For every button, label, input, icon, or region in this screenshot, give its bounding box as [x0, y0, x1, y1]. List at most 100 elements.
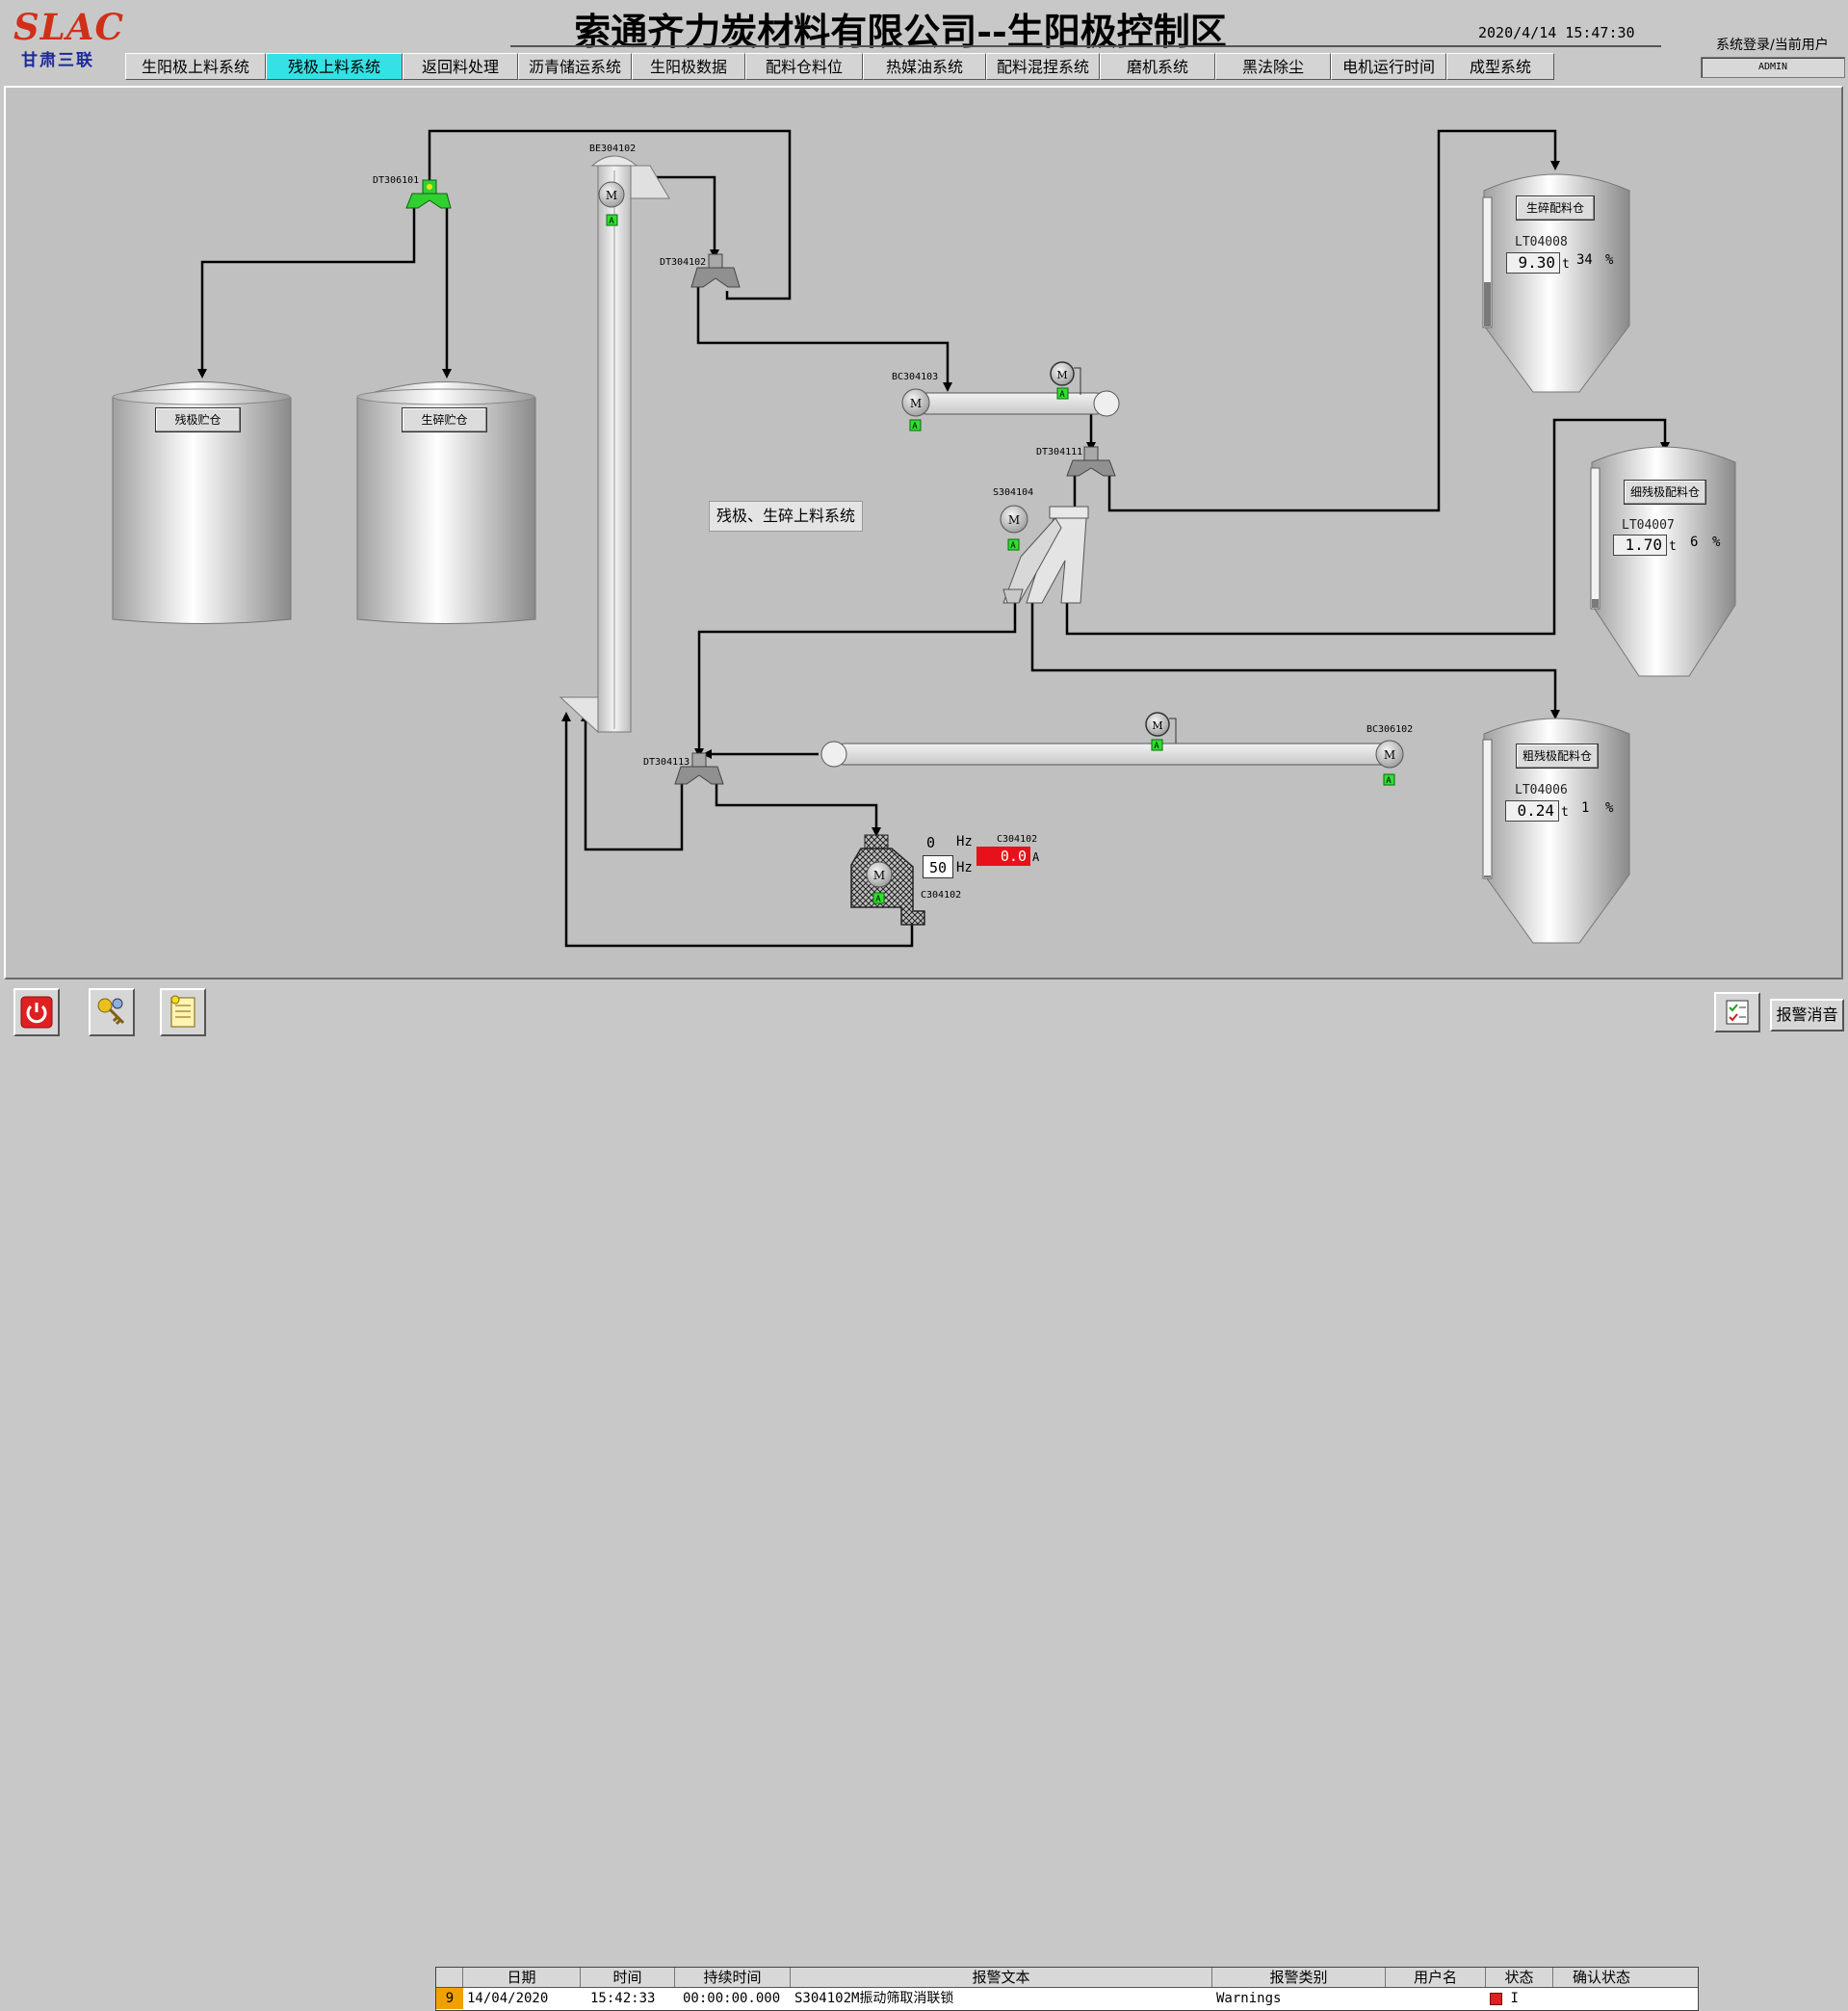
process-diagram: M A M A M A M A M A M A M A DT306101 BE3… — [112, 129, 1736, 948]
motor-letter: M — [910, 397, 922, 410]
bucket-elevator-be304102[interactable] — [559, 155, 670, 734]
status-letter: A — [875, 895, 881, 904]
nav-tabs: 生阳极上料系统 残极上料系统 返回料处理 沥青储运系统 生阳极数据 配料仓料位 … — [125, 53, 1554, 82]
alarm-row-duration: 00:00:00.000 — [683, 1991, 781, 2006]
level-percent-unit-lt04008: % — [1605, 252, 1614, 268]
alarm-confirm-button[interactable] — [1714, 992, 1760, 1032]
level-fill-coarse-butt — [1484, 875, 1491, 877]
crusher-current-value: 0.0 — [976, 847, 1030, 866]
motor-bc306102[interactable]: M — [1375, 740, 1404, 769]
crusher-freq-actual-unit: Hz — [956, 834, 973, 849]
label-green-storage-bin: 生碎贮仓 — [402, 407, 487, 432]
level-percent-lt04008: 34 — [1576, 252, 1593, 268]
level-tag-lt04006: LT04006 — [1515, 783, 1568, 797]
crusher-freq-setpoint-unit: Hz — [956, 860, 973, 875]
status-letter: A — [1386, 776, 1392, 786]
tab-anode-data[interactable]: 生阳极数据 — [632, 53, 745, 80]
title-underline — [510, 45, 1661, 47]
company-logo-subtitle: 甘肃三联 — [21, 51, 94, 70]
level-unit-lt04007: t — [1669, 539, 1677, 554]
alarm-row-index: 9 — [436, 1988, 463, 2009]
level-tag-lt04008: LT04008 — [1515, 235, 1568, 249]
tab-bin-level[interactable]: 配料仓料位 — [745, 53, 863, 80]
tag-dt304113: DT304113 — [643, 757, 690, 768]
status-letter: A — [1059, 390, 1065, 400]
alarm-row-ack — [1553, 1988, 1650, 2009]
tab-anode-feed[interactable]: 生阳极上料系统 — [125, 53, 266, 80]
alarm-row-category: Warnings — [1216, 1991, 1282, 2006]
tag-s304104: S304104 — [993, 487, 1033, 498]
alarm-header-state: 状态 — [1486, 1968, 1553, 1987]
alarm-row-time: 15:42:33 — [590, 1991, 656, 2006]
alarm-row-state: I — [1486, 1988, 1553, 2009]
system-label: 残极、生碎上料系统 — [709, 501, 863, 532]
key-icon — [97, 998, 125, 1026]
alarm-row-user — [1386, 1988, 1486, 2009]
silo-label-green-batch: 生碎配料仓 — [1516, 196, 1595, 221]
alarm-header-date: 日期 — [463, 1968, 581, 1987]
belt-conveyor-bc306102[interactable] — [820, 741, 1392, 768]
tab-return-material[interactable]: 返回料处理 — [403, 53, 518, 80]
tag-dt304111: DT304111 — [1036, 447, 1082, 457]
alarm-header-user: 用户名 — [1386, 1968, 1486, 1987]
level-percent-lt04007: 6 — [1690, 535, 1699, 550]
pull-switch-bc306102[interactable]: M — [1145, 712, 1177, 744]
report-button[interactable] — [160, 988, 206, 1036]
level-fill-green-batch — [1484, 282, 1491, 326]
level-unit-lt04008: t — [1562, 257, 1570, 272]
level-value-lt04006: 0.24 — [1505, 800, 1559, 822]
login-label[interactable]: 系统登录/当前用户 — [1716, 35, 1829, 54]
level-tag-lt04007: LT04007 — [1622, 518, 1675, 533]
level-fill-fine-butt — [1592, 599, 1599, 608]
header-bar: SLAC 甘肃三联 索通齐力炭材料有限公司--生阳极控制区 2020/4/14 … — [0, 0, 1848, 85]
flow-line-to-crusher — [715, 778, 881, 837]
tab-butt-feed[interactable]: 残极上料系统 — [266, 53, 403, 80]
login-key-button[interactable] — [89, 988, 135, 1036]
motor-letter: M — [1384, 748, 1395, 762]
tab-pitch-storage[interactable]: 沥青储运系统 — [518, 53, 632, 80]
label-butt-storage-bin: 残极贮仓 — [155, 407, 241, 432]
motor-s304104[interactable]: M — [1000, 505, 1028, 534]
tab-dust-removal[interactable]: 黑法除尘 — [1215, 53, 1331, 80]
tab-forming[interactable]: 成型系统 — [1446, 53, 1554, 80]
tag-dt304102: DT304102 — [660, 257, 706, 268]
level-value-lt04008: 9.30 — [1506, 252, 1560, 274]
tab-mill[interactable]: 磨机系统 — [1100, 53, 1215, 80]
tab-heat-oil[interactable]: 热媒油系统 — [863, 53, 986, 80]
power-button[interactable] — [13, 988, 60, 1036]
motor-letter: M — [1152, 719, 1162, 732]
alarm-row-text: S304102M振动筛取消联锁 — [794, 1991, 954, 2006]
alarm-table-header: 日期 时间 持续时间 报警文本 报警类别 用户名 状态 确认状态 — [436, 1968, 1698, 1988]
crusher-freq-setpoint-input[interactable]: 50 — [923, 855, 953, 878]
tag-be304102: BE304102 — [589, 144, 636, 154]
motor-be304102[interactable]: M — [598, 181, 625, 208]
level-percent-unit-lt04007: % — [1712, 535, 1721, 550]
motor-bc304103[interactable]: M — [901, 388, 930, 417]
tab-motor-runtime[interactable]: 电机运行时间 — [1331, 53, 1446, 80]
alarm-table-row[interactable]: 9 14/04/2020 15:42:33 00:00:00.000 S3041… — [436, 1988, 1698, 2009]
motor-c304102[interactable]: M — [866, 861, 893, 888]
alarm-header-duration: 持续时间 — [675, 1968, 791, 1987]
alarm-row-date: 14/04/2020 — [467, 1991, 549, 2006]
motor-letter: M — [873, 869, 885, 882]
current-user-field[interactable]: ADMIN — [1701, 57, 1845, 78]
belt-conveyor-bc304103[interactable] — [915, 390, 1120, 417]
silo-label-fine-butt: 细残极配料仓 — [1624, 480, 1706, 505]
crusher-freq-actual: 0 — [926, 834, 936, 851]
level-percent-lt04006: 1 — [1581, 800, 1590, 816]
bottom-bar: 日期 时间 持续时间 报警文本 报警类别 用户名 状态 确认状态 9 14/04… — [0, 981, 1848, 2011]
alarm-silence-button[interactable]: 报警消音 — [1770, 999, 1844, 1032]
level-unit-lt04006: t — [1561, 805, 1569, 820]
status-letter: A — [912, 422, 918, 431]
flow-line-to-fine-silo — [1065, 418, 1670, 636]
tab-mixing[interactable]: 配料混捏系统 — [986, 53, 1100, 80]
level-value-lt04007: 1.70 — [1613, 535, 1667, 556]
status-letter: A — [1154, 742, 1159, 751]
power-icon — [20, 996, 53, 1029]
alarm-header-time: 时间 — [581, 1968, 675, 1987]
alarm-header-category: 报警类别 — [1212, 1968, 1386, 1987]
alarm-row-state-text: I — [1510, 1991, 1519, 2006]
crusher-current-unit: A — [1032, 850, 1040, 864]
alarm-header-ack: 确认状态 — [1572, 1969, 1630, 1986]
system-datetime: 2020/4/14 15:47:30 — [1478, 24, 1635, 41]
